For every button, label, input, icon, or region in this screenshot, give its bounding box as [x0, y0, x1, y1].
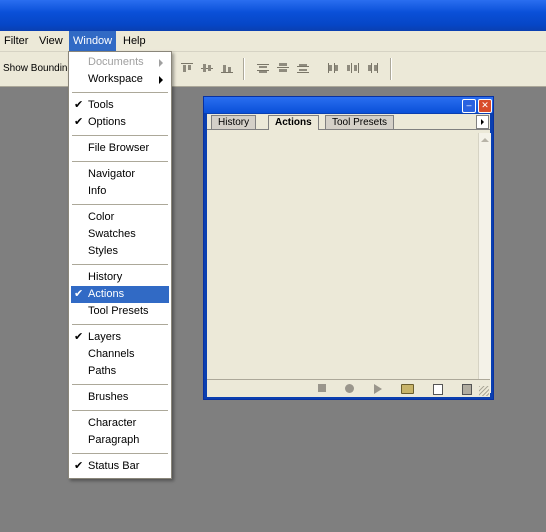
menu-item-label: Actions [88, 288, 125, 300]
menu-item-styles[interactable]: Styles [71, 243, 169, 260]
toolbar-separator [390, 58, 392, 80]
new-action-icon[interactable] [433, 384, 443, 395]
menu-item-status-bar[interactable]: ✔ Status Bar [71, 458, 169, 475]
menu-item-label: Brushes [88, 391, 129, 403]
play-icon[interactable] [374, 384, 382, 394]
menu-item-layers[interactable]: ✔ Layers [71, 329, 169, 346]
menu-item-history[interactable]: History [71, 269, 169, 286]
menu-item-channels[interactable]: Channels [71, 346, 169, 363]
menu-separator [72, 92, 168, 93]
distribute-hcenter-icon[interactable] [346, 62, 360, 74]
tab-tool-presets[interactable]: Tool Presets [325, 115, 395, 129]
tab-actions[interactable]: Actions [268, 115, 319, 130]
toolbar-separator [243, 58, 245, 80]
menu-filter[interactable]: Filter [0, 31, 32, 51]
menu-separator [72, 453, 168, 454]
menu-item-label: Tool Presets [88, 305, 149, 317]
menu-item-label: History [88, 271, 123, 283]
trash-icon[interactable] [462, 384, 472, 395]
menu-item-label: Status Bar [88, 460, 140, 472]
menu-bar: Filter View Window Help [0, 31, 546, 52]
distribute-bottom-icon[interactable] [296, 62, 310, 74]
distribute-right-icon[interactable] [366, 62, 380, 74]
menu-view[interactable]: View [35, 31, 67, 51]
menu-item-label: File Browser [88, 142, 150, 154]
scroll-up-icon[interactable] [481, 138, 489, 142]
menu-separator [72, 384, 168, 385]
menu-item-paths[interactable]: Paths [71, 363, 169, 380]
close-icon[interactable]: ✕ [478, 99, 492, 113]
menu-separator [72, 135, 168, 136]
menu-separator [72, 410, 168, 411]
menu-item-file-browser[interactable]: File Browser [71, 140, 169, 157]
align-bottom-icon[interactable] [220, 62, 234, 74]
menu-separator [72, 324, 168, 325]
submenu-arrow-icon [159, 59, 163, 67]
palette-tab-strip: History Actions Tool Presets [207, 114, 490, 130]
checkmark-icon: ✔ [74, 288, 84, 300]
show-bounding-label[interactable]: Show Bounding [3, 63, 73, 74]
actions-palette-window: – ✕ History Actions Tool Presets [203, 96, 494, 400]
align-top-icon[interactable] [180, 62, 194, 74]
menu-item-paragraph[interactable]: Paragraph [71, 432, 169, 449]
menu-item-label: Paragraph [88, 434, 140, 446]
menu-item-label: Workspace [88, 73, 143, 85]
menu-item-options[interactable]: ✔ Options [71, 114, 169, 131]
menu-item-color[interactable]: Color [71, 209, 169, 226]
menu-item-documents: Documents [71, 54, 169, 71]
menu-separator [72, 264, 168, 265]
app-title-bar [0, 0, 546, 31]
menu-item-label: Info [88, 185, 107, 197]
checkmark-icon: ✔ [74, 331, 84, 343]
checkmark-icon: ✔ [74, 116, 84, 128]
record-icon[interactable] [345, 384, 354, 393]
vertical-scrollbar[interactable] [478, 133, 491, 393]
menu-item-workspace[interactable]: Workspace [71, 71, 169, 88]
checkmark-icon: ✔ [74, 99, 84, 111]
palette-menu-arrow-icon[interactable] [476, 115, 489, 129]
tab-history[interactable]: History [211, 115, 257, 129]
actions-list[interactable] [207, 130, 477, 395]
new-set-folder-icon[interactable] [401, 384, 414, 394]
palette-body: History Actions Tool Presets [207, 114, 491, 397]
menu-item-label: Tools [88, 99, 114, 111]
submenu-arrow-icon [159, 76, 163, 84]
menu-item-tool-presets[interactable]: Tool Presets [71, 303, 169, 320]
menu-item-tools[interactable]: ✔ Tools [71, 97, 169, 114]
menu-item-label: Character [88, 417, 137, 429]
distribute-top-icon[interactable] [256, 62, 270, 74]
menu-item-swatches[interactable]: Swatches [71, 226, 169, 243]
distribute-vcenter-icon[interactable] [276, 62, 290, 74]
menu-separator [72, 161, 168, 162]
palette-title-bar[interactable] [204, 97, 493, 113]
menu-item-label: Documents [88, 56, 144, 68]
minimize-icon[interactable]: – [462, 99, 476, 113]
menu-item-navigator[interactable]: Navigator [71, 166, 169, 183]
menu-item-label: Swatches [88, 228, 136, 240]
menu-item-label: Layers [88, 331, 122, 343]
resize-grip-icon[interactable] [479, 386, 489, 396]
menu-item-label: Navigator [88, 168, 136, 180]
menu-item-label: Paths [88, 365, 117, 377]
menu-item-character[interactable]: Character [71, 415, 169, 432]
checkmark-icon: ✔ [74, 460, 84, 472]
stop-icon[interactable] [318, 384, 326, 392]
menu-window[interactable]: Window [69, 31, 117, 51]
menu-separator [72, 204, 168, 205]
palette-bottom-toolbar [207, 379, 490, 397]
menu-help[interactable]: Help [119, 31, 150, 51]
distribute-left-icon[interactable] [326, 62, 340, 74]
menu-item-info[interactable]: Info [71, 183, 169, 200]
align-vcenter-icon[interactable] [200, 62, 214, 74]
menu-item-label: Options [88, 116, 126, 128]
menu-item-label: Channels [88, 348, 135, 360]
menu-item-label: Color [88, 211, 115, 223]
menu-item-label: Styles [88, 245, 118, 257]
menu-item-brushes[interactable]: Brushes [71, 389, 169, 406]
menu-item-actions[interactable]: ✔ Actions [71, 286, 169, 303]
window-menu-dropdown: Documents Workspace ✔ Tools ✔ Options Fi… [68, 51, 172, 479]
